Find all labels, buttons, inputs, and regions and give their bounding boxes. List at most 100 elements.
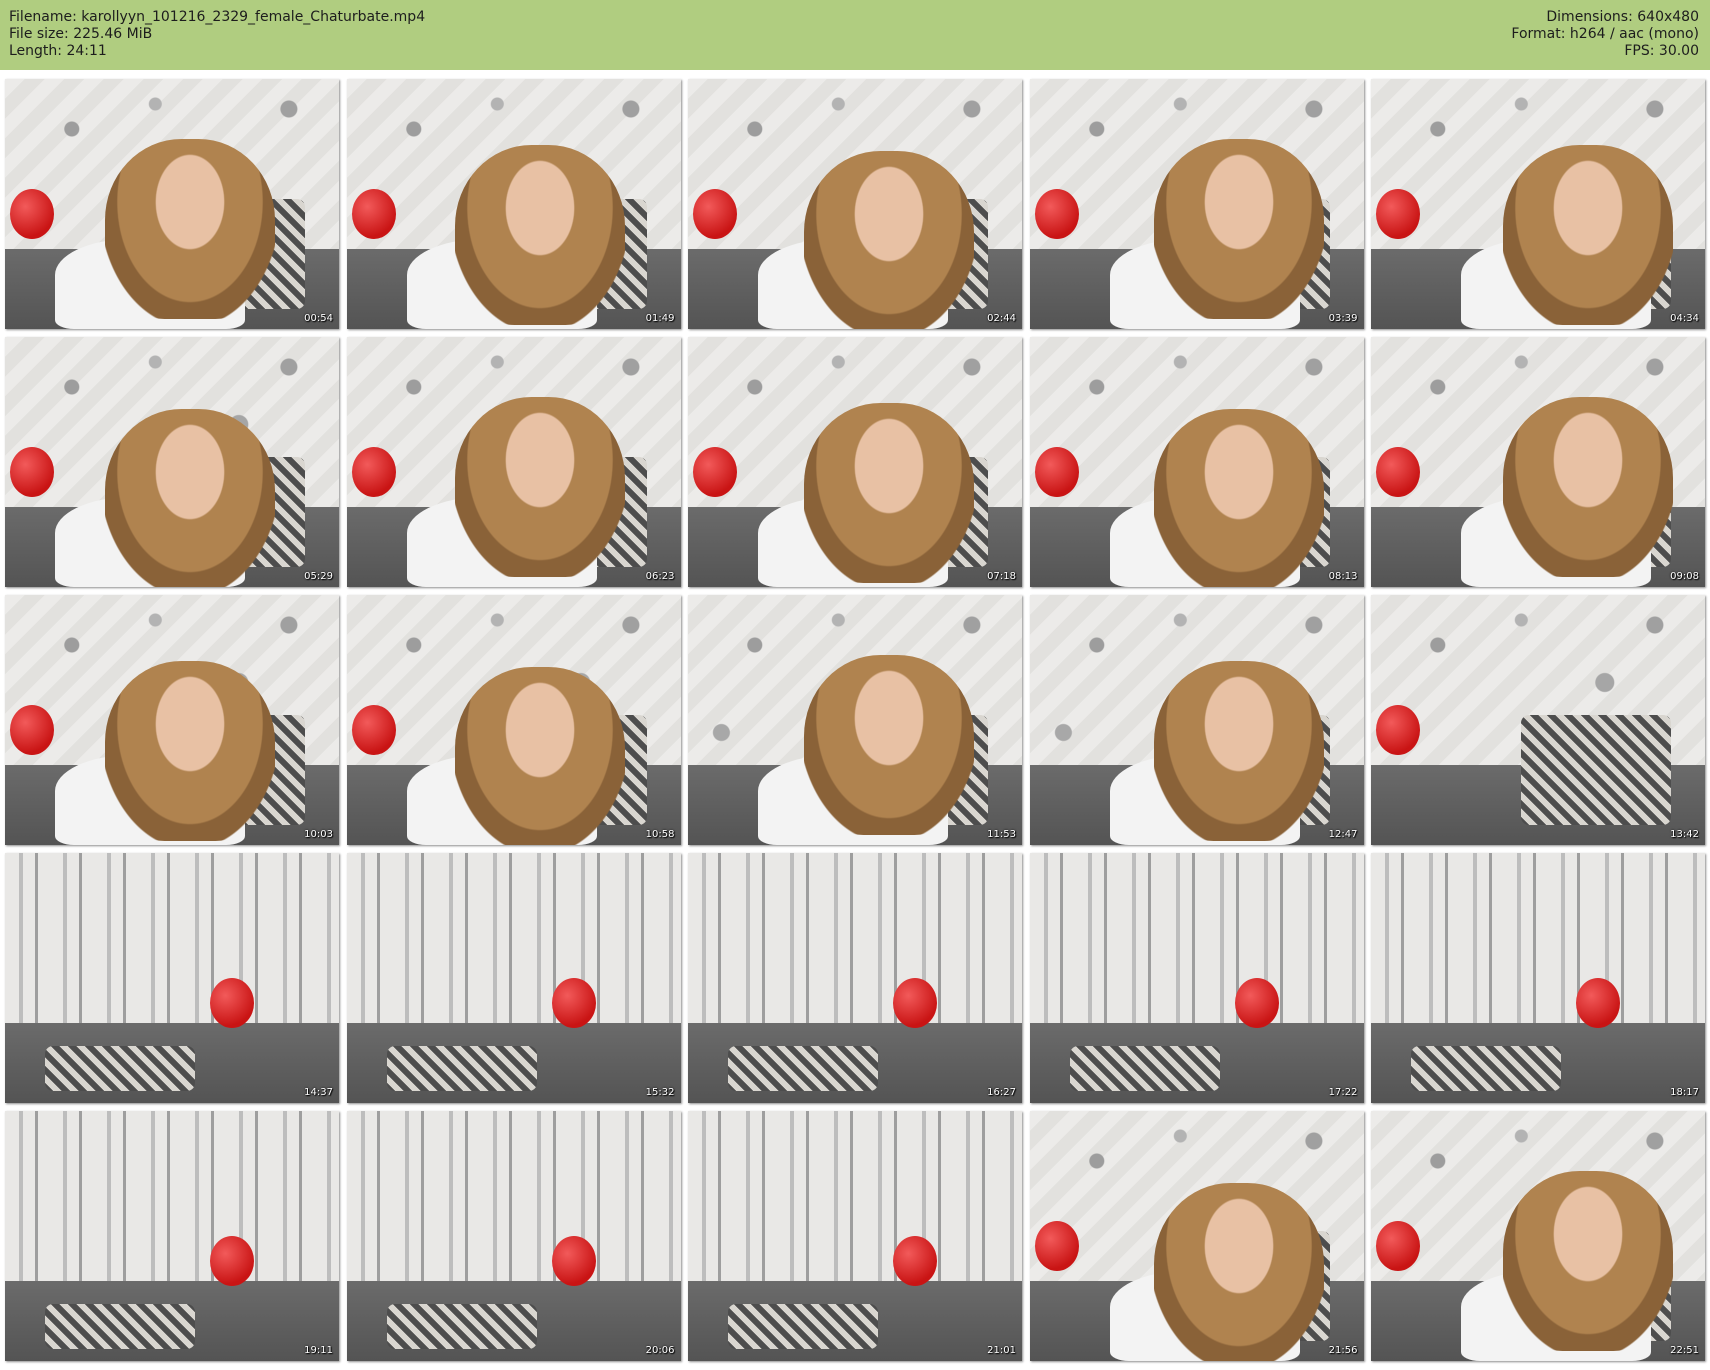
person-figure (1153, 1183, 1324, 1361)
thumbnail-timestamp: 20:06 (645, 1345, 675, 1356)
length-text: Length: 24:11 (9, 43, 107, 59)
red-balloon (1376, 447, 1420, 497)
thumbnail-timestamp: 17:22 (1328, 1087, 1358, 1098)
thumbnail-timestamp: 18:17 (1670, 1087, 1699, 1098)
file-info-right: Dimensions: 640x480 Format: h264 / aac (… (1511, 9, 1699, 60)
video-thumbnail[interactable]: 22:51 (1371, 1111, 1705, 1361)
fps-text: FPS: 30.00 (1624, 43, 1699, 59)
thumbnail-timestamp: 03:39 (1328, 313, 1358, 324)
thumbnail-timestamp: 04:34 (1670, 313, 1699, 324)
thumbnail-timestamp: 05:29 (304, 571, 333, 582)
person-figure (1503, 145, 1673, 325)
format-text: Format: h264 / aac (mono) (1511, 26, 1699, 42)
thumbnail-timestamp: 21:01 (987, 1345, 1016, 1356)
red-balloon (893, 978, 937, 1028)
red-balloon (693, 447, 737, 497)
person-figure (804, 655, 974, 835)
thumbnail-timestamp: 01:49 (645, 313, 675, 324)
cushion (728, 1046, 878, 1091)
red-balloon (1234, 978, 1279, 1028)
video-thumbnail[interactable]: 07:18 (688, 337, 1022, 587)
video-thumbnail[interactable]: 14:37 (5, 853, 339, 1103)
video-thumbnail[interactable]: 17:22 (1029, 853, 1364, 1103)
cushion (1411, 1046, 1561, 1091)
video-thumbnail[interactable]: 13:42 (1371, 595, 1705, 845)
filename-text: Filename: karollyyn_101216_2329_female_C… (9, 9, 426, 25)
cushion (1069, 1046, 1220, 1091)
red-balloon (10, 705, 54, 755)
red-balloon (1576, 978, 1620, 1028)
video-thumbnail[interactable]: 10:58 (346, 595, 681, 845)
video-thumbnail[interactable]: 04:34 (1371, 79, 1705, 329)
video-thumbnail[interactable]: 12:47 (1029, 595, 1364, 845)
thumbnail-timestamp: 21:56 (1328, 1345, 1358, 1356)
red-balloon (693, 189, 737, 239)
person-figure (105, 409, 275, 587)
red-balloon (893, 1236, 937, 1286)
person-figure (1153, 409, 1324, 587)
video-thumbnail[interactable]: 05:29 (5, 337, 339, 587)
red-balloon (351, 189, 396, 239)
video-thumbnail[interactable]: 21:56 (1029, 1111, 1364, 1361)
thumbnail-timestamp: 00:54 (304, 313, 333, 324)
red-balloon (210, 978, 254, 1028)
video-thumbnail[interactable]: 19:11 (5, 1111, 339, 1361)
person-figure (1503, 397, 1673, 577)
person-figure (804, 151, 974, 329)
video-thumbnail[interactable]: 06:23 (346, 337, 681, 587)
video-thumbnail[interactable]: 01:49 (346, 79, 681, 329)
thumbnail-grid: 00:54 01:49 02:44 03:39 04:34 05:29 06:23 07:18… (5, 79, 1705, 1365)
thumbnail-timestamp: 13:42 (1670, 829, 1699, 840)
thumbnail-timestamp: 11:53 (987, 829, 1016, 840)
video-thumbnail[interactable]: 00:54 (5, 79, 339, 329)
video-thumbnail[interactable]: 20:06 (346, 1111, 681, 1361)
red-balloon (551, 978, 596, 1028)
video-thumbnail[interactable]: 21:01 (688, 1111, 1022, 1361)
video-thumbnail[interactable]: 09:08 (1371, 337, 1705, 587)
red-balloon (351, 447, 396, 497)
thumbnail-timestamp: 10:03 (304, 829, 333, 840)
video-thumbnail[interactable]: 03:39 (1029, 79, 1364, 329)
file-info-left: Filename: karollyyn_101216_2329_female_C… (9, 9, 425, 60)
person-figure (1153, 661, 1324, 841)
thumbnail-timestamp: 22:51 (1670, 1345, 1699, 1356)
video-thumbnail[interactable]: 08:13 (1029, 337, 1364, 587)
person-figure (105, 139, 275, 319)
cushion (1521, 715, 1671, 825)
red-balloon (210, 1236, 254, 1286)
red-balloon (551, 1236, 596, 1286)
video-thumbnail[interactable]: 16:27 (688, 853, 1022, 1103)
thumbnail-timestamp: 02:44 (987, 313, 1016, 324)
thumbnail-timestamp: 09:08 (1670, 571, 1699, 582)
person-figure (454, 667, 625, 845)
filesize-text: File size: 225.46 MiB (9, 26, 153, 42)
video-thumbnail[interactable]: 18:17 (1371, 853, 1705, 1103)
thumbnail-timestamp: 15:32 (645, 1087, 675, 1098)
info-header: Filename: karollyyn_101216_2329_female_C… (0, 0, 1710, 70)
video-thumbnail[interactable]: 10:03 (5, 595, 339, 845)
cushion (45, 1046, 195, 1091)
video-thumbnail[interactable]: 02:44 (688, 79, 1022, 329)
person-figure (1153, 139, 1324, 319)
thumbnail-timestamp: 14:37 (304, 1087, 333, 1098)
thumbnail-timestamp: 10:58 (645, 829, 675, 840)
thumbnail-timestamp: 19:11 (304, 1345, 333, 1356)
red-balloon (10, 447, 54, 497)
video-thumbnail[interactable]: 15:32 (346, 853, 681, 1103)
dimensions-text: Dimensions: 640x480 (1546, 9, 1699, 25)
thumbnail-timestamp: 07:18 (987, 571, 1016, 582)
red-balloon (1376, 705, 1420, 755)
thumbnail-timestamp: 06:23 (645, 571, 675, 582)
cushion (45, 1304, 195, 1349)
video-thumbnail[interactable]: 11:53 (688, 595, 1022, 845)
person-figure (1503, 1171, 1673, 1351)
thumbnail-timestamp: 08:13 (1328, 571, 1358, 582)
thumbnail-timestamp: 12:47 (1328, 829, 1358, 840)
cushion (386, 1304, 537, 1349)
cushion (728, 1304, 878, 1349)
person-figure (105, 661, 275, 841)
red-balloon (1034, 189, 1079, 239)
thumbnail-timestamp: 16:27 (987, 1087, 1016, 1098)
red-balloon (1376, 189, 1420, 239)
red-balloon (10, 189, 54, 239)
